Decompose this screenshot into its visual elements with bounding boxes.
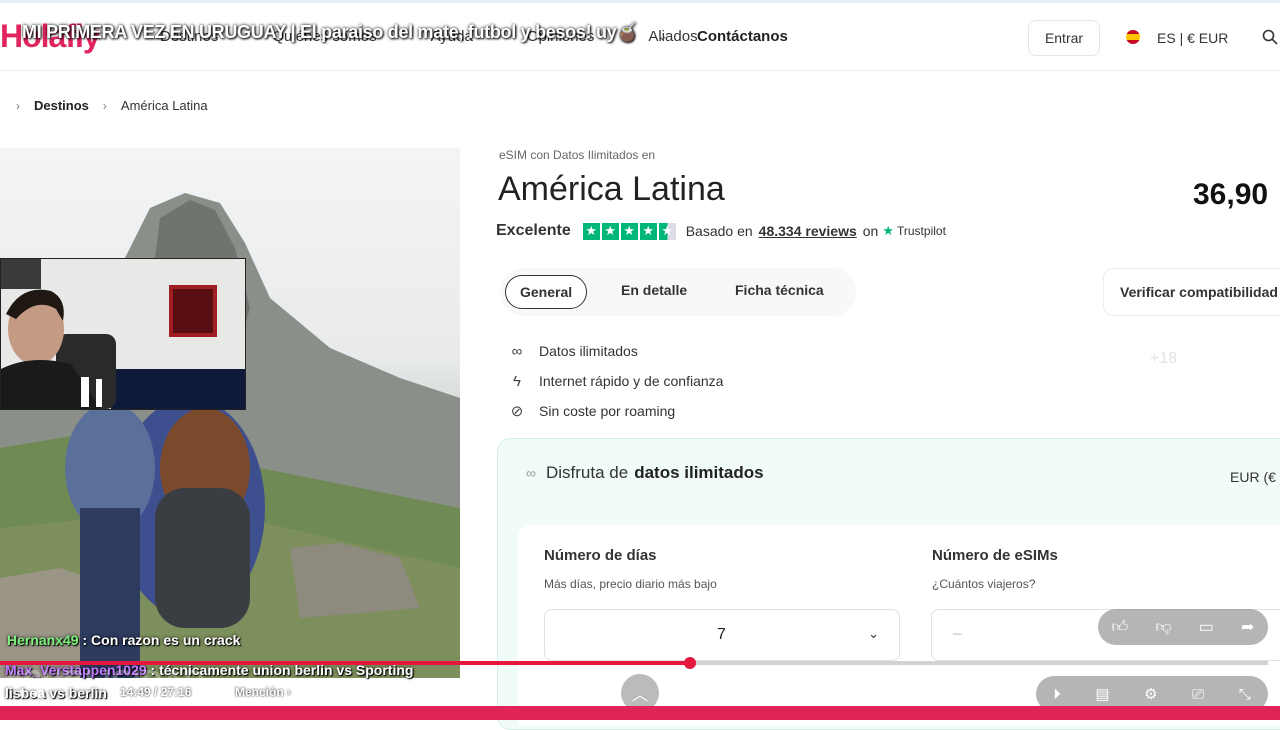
chevron-down-icon: ⌄ [868, 626, 879, 641]
play-controls[interactable]: ⏸ ◀︎ [18, 683, 43, 703]
comment-icon[interactable]: ▭ [1199, 617, 1214, 637]
half-star-icon: ★ [658, 222, 676, 240]
minus-button[interactable]: − [952, 624, 963, 645]
bottom-accent-bar [0, 706, 1280, 720]
mention-label: Mención [235, 685, 284, 699]
days-value: 7 [717, 626, 726, 643]
days-select[interactable]: 7 ⌄ [544, 609, 900, 661]
feature-label: Sin coste por roaming [539, 403, 676, 419]
feature-label: Datos ilimitados [539, 343, 638, 359]
breadcrumb-item-current: América Latina [120, 98, 208, 113]
exit-fullscreen-icon[interactable]: ⤡ [1239, 686, 1251, 703]
like-icon[interactable]: 👍︎ [1112, 618, 1129, 637]
subtitles-icon[interactable]: ▤ [1095, 685, 1109, 703]
video-progress-fill [0, 661, 690, 665]
chat-username: Hernanx49 [7, 632, 79, 648]
share-icon[interactable]: ➦ [1241, 617, 1254, 637]
star-rating: ★ ★ ★ ★ ★ [582, 222, 676, 240]
plan-heading: ∞ Disfruta de datos ilimitados [526, 463, 764, 483]
nav-item-contact[interactable]: Contáctanos [697, 28, 788, 45]
streamer-webcam [0, 258, 246, 410]
machu-picchu-illustration [0, 193, 460, 678]
tab-general[interactable]: General [505, 275, 588, 309]
infinity-icon: ∞ [511, 342, 523, 360]
verify-compatibility-button[interactable]: Verificar compatibilidad [1103, 268, 1280, 316]
star-icon: ★ [620, 222, 638, 240]
cast-icon[interactable]: ⎚ [1192, 686, 1204, 703]
settings-gear-icon[interactable]: ⚙ [1144, 685, 1157, 703]
destination-photo [0, 148, 460, 678]
plan-heading-prefix: Disfruta de [545, 463, 629, 482]
autoplay-toggle-icon[interactable]: ⏵ [1053, 686, 1061, 703]
product-price: 36,90 [1193, 178, 1269, 211]
trustpilot-star-icon: ★ [882, 223, 894, 238]
tab-ficha-tecnica[interactable]: Ficha técnica [735, 282, 824, 298]
breadcrumb: › Destinos › América Latina [16, 98, 208, 113]
video-scrubber-handle[interactable] [684, 657, 696, 669]
dislike-icon[interactable]: 👎︎ [1155, 618, 1171, 637]
product-tabs: General En detalle Ficha técnica [500, 268, 856, 316]
esims-label: Número de eSIMs [932, 547, 1058, 564]
star-icon: ★ [639, 222, 657, 240]
video-time: 14:49 / 27:16 [120, 685, 192, 699]
page-title: América Latina [498, 170, 725, 208]
video-action-bar: 👍︎ 👎︎ ▭ ➦ [1098, 609, 1268, 645]
chat-text: : Con razon es un crack [78, 632, 241, 648]
feature-item: ϟ Internet rápido y de confianza [507, 366, 723, 396]
spain-flag-icon [1126, 30, 1140, 44]
esims-sublabel: ¿Cuántos viajeros? [932, 577, 1036, 591]
lightning-icon: ϟ [513, 372, 521, 390]
feature-item: ⊘ Sin coste por roaming [507, 396, 723, 426]
tab-en-detalle[interactable]: En detalle [621, 282, 687, 298]
rating-label: Excelente [496, 222, 571, 239]
plan-heading-bold: datos ilimitados [634, 463, 764, 482]
based-on-text: Basado en [685, 223, 753, 239]
product-eyebrow: eSIM con Datos Ilimitados en [499, 148, 656, 162]
star-icon: ★ [601, 222, 619, 240]
infinity-icon: ∞ [526, 465, 536, 481]
feature-item: ∞ Datos ilimitados [507, 336, 723, 366]
locale-selector[interactable]: ES | € EUR [1157, 30, 1228, 46]
trustpilot-logo[interactable]: ★ Trustpilot [882, 223, 946, 239]
rating-summary: Excelente ★ ★ ★ ★ ★ Basado en 48.334 rev… [496, 222, 946, 240]
search-icon[interactable] [1262, 29, 1278, 45]
on-text: on [862, 223, 879, 239]
chat-message: Hernanx49 : Con razon es un crack [7, 632, 240, 648]
days-label: Número de días [544, 547, 657, 564]
login-button[interactable]: Entrar [1028, 20, 1100, 56]
no-roaming-icon: ⊘ [510, 403, 524, 420]
loading-line [0, 0, 1280, 3]
webcam-feed [1, 259, 245, 409]
chevron-right-icon: › [16, 98, 20, 113]
trustpilot-label: Trustpilot [897, 224, 946, 238]
reviews-link[interactable]: 48.334 reviews [759, 223, 857, 239]
breadcrumb-item-destinos[interactable]: Destinos [34, 98, 89, 113]
chevron-right-icon: › [102, 98, 107, 113]
chevron-down-icon[interactable]: ⌄ [657, 28, 668, 44]
mention-chip[interactable]: Mención › [235, 685, 291, 699]
feature-list: ∞ Datos ilimitados ϟ Internet rápido y d… [507, 336, 724, 426]
currency-selector[interactable]: EUR (€ [1230, 469, 1276, 485]
ghost-overlay-text: +18 [1150, 350, 1178, 367]
video-title: MI PRIMERA VEZ EN URUGUAY | El paraiso d… [22, 22, 639, 42]
star-icon: ★ [582, 222, 600, 240]
nav-item-aliados[interactable]: Aliados [648, 28, 697, 45]
days-sublabel: Más días, precio diario más bajo [544, 577, 717, 591]
feature-label: Internet rápido y de confianza [539, 373, 724, 389]
